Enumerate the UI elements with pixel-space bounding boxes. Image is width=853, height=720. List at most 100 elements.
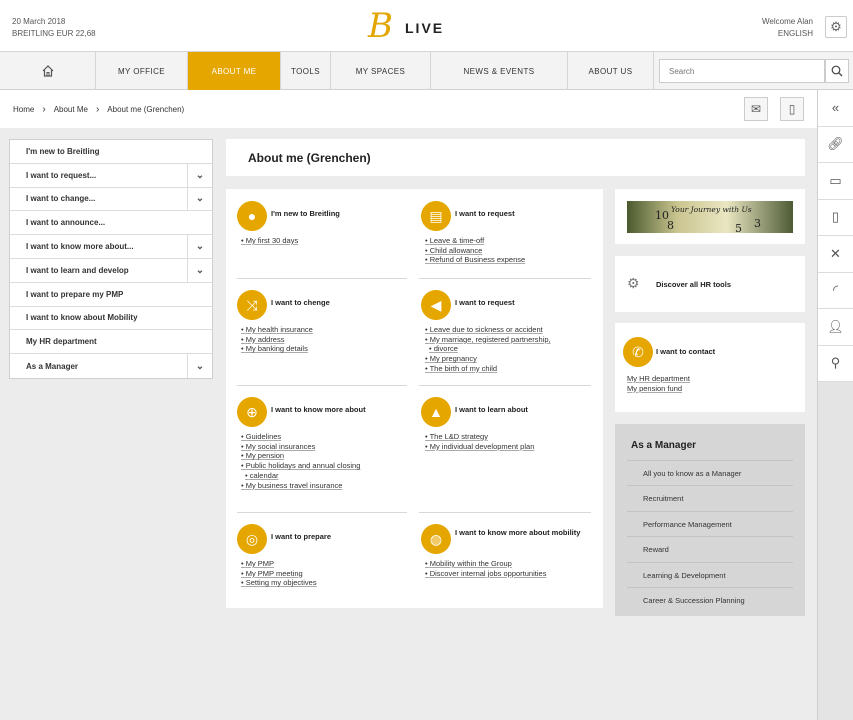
manager-link[interactable]: All you to know as a Manager [627, 460, 793, 485]
chevron-down-icon[interactable]: ⌄ [187, 235, 212, 258]
card-link[interactable]: Guidelines [241, 432, 360, 442]
rail-book-button[interactable]: ▯ [818, 199, 853, 236]
folder-icon: ▭ [829, 172, 842, 188]
card-link[interactable]: Child allowance [425, 246, 525, 256]
zoom-in-icon: ⊕ [237, 397, 267, 427]
chevron-down-icon[interactable]: ⌄ [187, 354, 212, 378]
language-selector[interactable]: ENGLISH [762, 28, 813, 40]
card-link[interactable]: My individual development plan [425, 442, 535, 452]
manager-link[interactable]: Career & Succession Planning [627, 587, 793, 612]
manager-link[interactable]: Reward [627, 536, 793, 561]
card-link[interactable]: My PMP [241, 559, 317, 569]
left-menu-item[interactable]: I want to know more about... ⌄ [10, 235, 212, 259]
rail-links-button[interactable]: 🔗︎ [818, 126, 853, 163]
nav-about-me[interactable]: ABOUT ME [188, 52, 281, 90]
card-link[interactable]: My address [241, 335, 313, 345]
rail-rss-button[interactable]: ◜ [818, 272, 853, 309]
left-menu-item[interactable]: I want to know about Mobility [10, 307, 212, 331]
chevron-down-icon[interactable]: ⌄ [187, 258, 212, 282]
card-link[interactable]: Setting my objectives [241, 578, 317, 588]
nav-about-us[interactable]: ABOUT US [568, 52, 654, 90]
left-menu-item[interactable]: I want to announce... [10, 211, 212, 236]
left-menu-label: I want to know more about... [26, 242, 134, 252]
manager-link[interactable]: Recruitment [627, 485, 793, 510]
banner-num: 3 [754, 217, 761, 230]
card-link[interactable]: My health insurance [241, 325, 313, 335]
banner-text: Your Journey with Us [671, 205, 752, 214]
left-menu-item[interactable]: I'm new to Breitling [10, 140, 212, 164]
search-input[interactable] [659, 59, 825, 83]
card-link[interactable]: Refund of Business expense [425, 255, 525, 265]
rail-folder-button[interactable]: ▭ [818, 163, 853, 200]
card-link[interactable]: My PMP meeting [241, 569, 317, 579]
chevron-down-icon[interactable]: ⌄ [187, 163, 212, 187]
nav-my-spaces[interactable]: MY SPACES [331, 52, 431, 90]
divider [237, 278, 407, 279]
breadcrumb-current: About me (Grenchen) [107, 105, 185, 114]
chevron-right-icon: › [95, 104, 100, 115]
rss-icon: ◜ [832, 282, 839, 298]
card-link[interactable]: Mobility within the Group [425, 559, 546, 569]
card-link[interactable]: Discover internal jobs opportunities [425, 569, 547, 579]
rail-user-button[interactable]: 👤︎ [818, 309, 853, 346]
left-menu-item[interactable]: My HR department [10, 330, 212, 355]
card-link[interactable]: My pension [241, 451, 360, 461]
left-menu-item[interactable]: I want to request... ⌄ [10, 163, 212, 188]
card-link[interactable]: divorce [425, 344, 551, 354]
card-link[interactable]: My banking details [241, 344, 313, 354]
chevron-right-icon: › [42, 104, 46, 115]
rail-location-button[interactable]: ⚲ [818, 345, 853, 382]
left-menu-label: I want to request... [26, 170, 97, 180]
search-button[interactable] [825, 59, 849, 83]
page-title-box: About me (Grenchen) [226, 139, 805, 176]
left-menu-item[interactable]: I want to prepare my PMP [10, 283, 212, 307]
current-date: 20 March 2018 [12, 17, 66, 26]
collapse-rail-button[interactable]: « [818, 90, 853, 127]
card-link[interactable]: My pregnancy [425, 354, 551, 364]
email-button[interactable]: ✉ [744, 97, 768, 121]
contact-box: ✆ I want to contact My HR department My … [615, 323, 805, 412]
left-menu-item[interactable]: I want to change... ⌄ [10, 187, 212, 212]
card-link[interactable]: Leave & time-off [425, 236, 525, 246]
book-icon: ▯ [788, 102, 796, 116]
breadcrumb-about-me[interactable]: About Me [54, 105, 88, 114]
journey-banner-image[interactable]: Your Journey with Us 10 3 8 5 [627, 201, 793, 233]
card-link[interactable]: Public holidays and annual closing [241, 461, 361, 471]
card-link[interactable]: Leave due to sickness or accident [425, 325, 551, 335]
nav-my-office[interactable]: MY OFFICE [96, 52, 188, 90]
card-link[interactable]: My social insurances [241, 442, 360, 452]
manager-link[interactable]: Performance Management [627, 511, 793, 536]
card-link[interactable]: The birth of my child [425, 364, 551, 374]
rail-tools-button[interactable]: ✕ [818, 236, 853, 273]
contact-link[interactable]: My pension fund [627, 384, 690, 394]
journey-banner-box: Your Journey with Us 10 3 8 5 [615, 189, 805, 244]
hr-tools-link[interactable]: Discover all HR tools [656, 280, 731, 289]
divider [419, 385, 591, 386]
card-link[interactable]: The L&D strategy [425, 432, 534, 442]
card-link[interactable]: My marriage, registered partnership, [425, 335, 551, 345]
card-link[interactable]: calendar [241, 471, 360, 481]
envelope-icon: ✉ [750, 102, 762, 116]
welcome-text: Welcome Alan [762, 17, 813, 26]
nav-news-events[interactable]: NEWS & EVENTS [431, 52, 568, 90]
manager-link[interactable]: Learning & Development [627, 562, 793, 587]
card-link[interactable]: My business travel insurance [241, 481, 360, 491]
double-chevron-left-icon: « [831, 100, 840, 116]
chevron-down-icon[interactable]: ⌄ [187, 187, 212, 211]
card-title: I want to request [455, 298, 515, 307]
blive-logo[interactable]: B LIVE [368, 8, 458, 44]
logo-text: LIVE [405, 20, 445, 36]
settings-button[interactable]: ⚙ [825, 16, 847, 38]
bookmark-button[interactable]: ▯ [780, 97, 804, 121]
nav-home[interactable] [0, 52, 96, 90]
left-menu-label: My HR department [26, 337, 97, 347]
card-link[interactable]: My first 30 days [241, 236, 299, 246]
banner-num: 5 [735, 222, 742, 233]
left-menu-label: I want to change... [26, 194, 96, 204]
nav-tools[interactable]: TOOLS [281, 52, 331, 90]
contact-link[interactable]: My HR department [627, 374, 690, 384]
left-menu-item[interactable]: I want to learn and develop ⌄ [10, 258, 212, 283]
breadcrumb-home[interactable]: Home [13, 105, 34, 114]
left-menu-item[interactable]: As a Manager ⌄ [10, 354, 212, 378]
hr-tools-box[interactable]: ⚙ Discover all HR tools [615, 256, 805, 312]
